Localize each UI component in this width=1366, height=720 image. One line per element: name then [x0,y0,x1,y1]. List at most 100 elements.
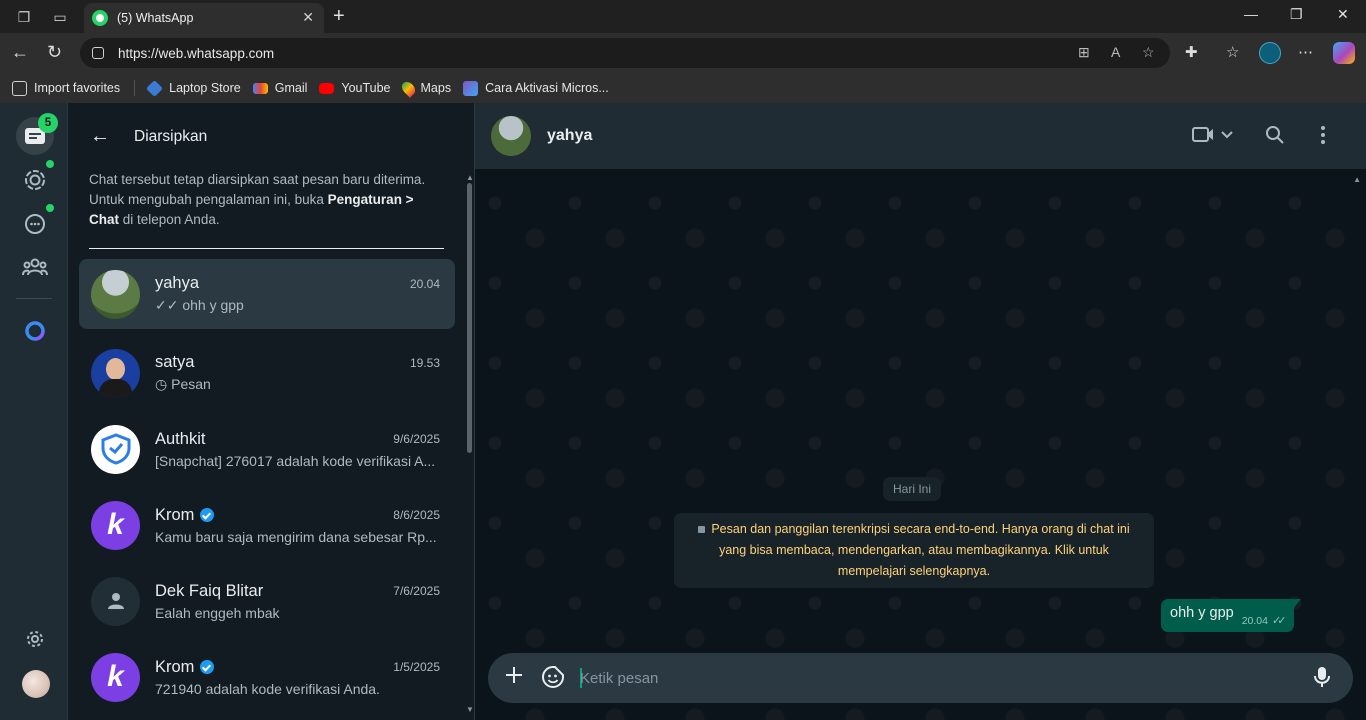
favorites-icon[interactable]: ☆ [1226,43,1239,61]
lock-icon[interactable] [92,47,104,59]
more-options-icon[interactable]: ⋯ [1298,43,1313,61]
youtube-icon [319,82,335,94]
chat-name: Krom [155,506,215,525]
back-icon[interactable]: ← [11,42,29,63]
chat-item-dek-faiq-blitar[interactable]: Dek Faiq Blitar 7/6/2025 Ealah enggeh mba… [79,563,455,639]
bookmark-maps[interactable]: Maps [398,78,451,98]
restore-button[interactable]: ❐ [1290,6,1303,23]
url-text: https://web.whatsapp.com [118,45,275,61]
tab-title: (5) WhatsApp [117,11,194,25]
app-available-icon[interactable]: ⊞ [1078,44,1090,61]
bookmark-label: YouTube [341,81,391,95]
avatar [91,424,140,474]
bookmark-separator [134,80,136,96]
address-bar[interactable]: https://web.whatsapp.com ⊞ A ☆ [80,38,1170,68]
gear-icon [27,631,43,647]
encryption-notice[interactable]: Pesan dan panggilan terenkripsi secara e… [674,513,1154,588]
communities-icon [22,258,48,276]
date-separator: Hari Ini [883,477,942,501]
chat-name: yahya [155,274,200,292]
bookmark-youtube[interactable]: YouTube [319,81,391,95]
browser-title-bar: ❐ ▭ (5) WhatsApp ✕ + — ❐ ✕ [0,0,1366,33]
encryption-notice-text: Pesan dan panggilan terenkripsi secara e… [711,522,1130,578]
chat-name: satya [155,353,195,371]
message-time: 20.04 [1241,614,1268,627]
scroll-down-arrow[interactable]: ▼ [466,705,474,714]
authkit-shield-icon [101,433,130,465]
menu-button[interactable] [1320,125,1326,150]
back-arrow-icon[interactable]: ← [90,125,110,148]
microphone-icon [1314,667,1330,687]
note-text-end: di telepon Anda. [119,212,220,227]
chat-item-krom-1[interactable]: k Krom 8/6/2025 Kamu baru saja mengirim d… [79,487,455,563]
video-call-button[interactable] [1192,125,1236,150]
whatsapp-icon [92,10,108,26]
meta-ai-icon [25,321,45,341]
avatar [91,348,140,398]
channels-update-dot [46,204,54,212]
tab-whatsapp[interactable]: (5) WhatsApp ✕ [84,3,324,33]
minimize-button[interactable]: — [1244,6,1258,22]
scroll-up-arrow[interactable]: ▲ [1353,175,1361,184]
plus-icon [506,667,522,683]
meta-ai-button[interactable] [16,312,54,350]
chat-item-authkit[interactable]: Authkit 9/6/2025 [Snapchat] 276017 adalah… [79,411,455,487]
video-call-icon [1192,127,1233,142]
bookmark-label: Laptop Store [169,81,241,95]
scroll-up-arrow[interactable]: ▲ [466,173,474,182]
conversation-header[interactable]: yahya [475,103,1366,169]
bookmark-import-favorites[interactable]: Import favorites [12,80,120,96]
communities-button[interactable] [16,248,54,286]
chat-time: 20.04 [409,276,440,291]
profile-avatar[interactable] [1259,42,1281,64]
krom-logo-icon: k [91,500,140,550]
sidebar-scrollbar[interactable] [467,183,472,453]
chat-time: 19.53 [409,355,440,370]
bookmark-label: Cara Aktivasi Micros... [485,81,609,95]
message-composer [488,653,1353,703]
outgoing-message[interactable]: ohh y gpp 20.04 ✓✓ [1161,599,1302,632]
bookmark-gmail[interactable]: Gmail [252,81,307,95]
new-tab-button[interactable]: + [333,5,345,28]
search-button[interactable] [1265,125,1285,150]
verified-badge-icon [200,660,215,674]
chat-preview: ✓✓ ohh y gpp [155,297,244,313]
search-icon [1266,126,1284,144]
profile-avatar[interactable] [22,670,50,698]
bookmark-laptop-store[interactable]: Laptop Store [146,79,241,97]
refresh-icon[interactable]: ↻ [47,42,62,63]
sticker-emoji-icon [542,666,564,688]
emoji-button[interactable] [542,666,564,693]
chat-link-text: Chat [89,212,119,227]
browser-toolbar: ← ↻ https://web.whatsapp.com ⊞ A ☆ ✚ ☆ ⋯ [0,33,1366,73]
contact-name[interactable]: yahya [547,127,592,145]
lock-icon [698,526,706,533]
chat-item-yahya[interactable]: yahya 20.04 ✓✓ ohh y gpp [79,259,455,329]
archived-header: ← Diarsipkan [68,103,474,170]
workspaces-icon[interactable]: ❐ [15,8,33,26]
settings-button[interactable] [16,620,54,658]
chat-item-satya[interactable]: satya 19.53 ◷ Pesan [79,335,455,411]
chat-list: yahya 20.04 ✓✓ ohh y gpp satya 19.53 ◷ Pes… [79,259,455,715]
close-window-button[interactable]: ✕ [1337,6,1349,23]
chat-item-krom-2[interactable]: k Krom 1/5/2025 721940 adalah kode verifi… [79,639,455,715]
chat-name: Krom [155,658,215,677]
message-input[interactable] [580,663,1300,693]
close-tab-icon[interactable]: ✕ [302,9,314,26]
contact-avatar[interactable] [491,116,531,156]
panel-title: Diarsipkan [134,127,208,145]
chat-preview: Ealah enggeh mbak [155,604,280,621]
favorite-star-icon[interactable]: ☆ [1142,44,1155,61]
bookmark-cara-aktivasi[interactable]: Cara Aktivasi Micros... [463,80,609,96]
rail-divider [16,298,52,299]
copilot-icon[interactable] [1333,42,1355,64]
voice-message-button[interactable] [1314,666,1330,693]
chat-preview: [Snapchat] 276017 adalah kode verifikasi… [155,452,436,469]
archived-panel: ← Diarsipkan Chat tersebut tetap diarsip… [68,103,475,720]
read-aloud-icon[interactable]: A [1111,44,1120,60]
extensions-icon[interactable]: ✚ [1185,43,1198,61]
attach-button[interactable] [505,666,523,689]
conversation-panel: yahya ▲ Hari Ini Pesan dan panggilan ter… [475,103,1366,720]
tab-actions-icon[interactable]: ▭ [51,8,69,26]
read-ticks-icon: ✓✓ [1271,615,1287,627]
